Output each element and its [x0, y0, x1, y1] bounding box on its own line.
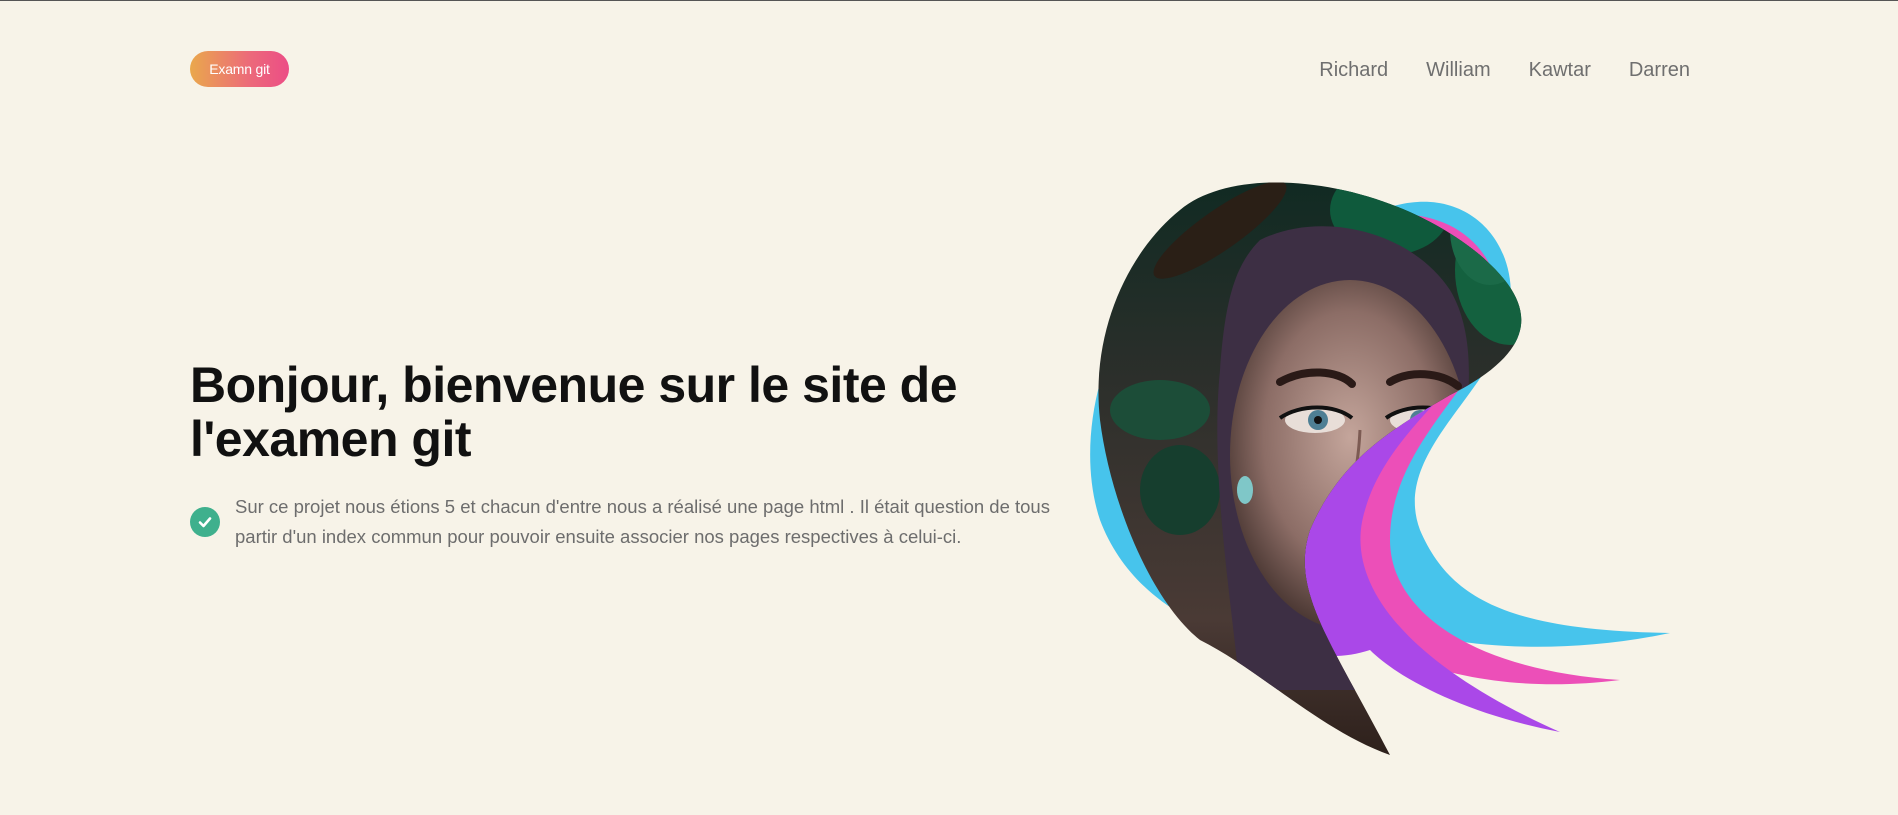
logo-button[interactable]: Examn git	[190, 51, 289, 87]
nav-link-darren[interactable]: Darren	[1629, 57, 1690, 83]
nav-link-william[interactable]: William	[1426, 57, 1490, 83]
hero-title: Bonjour, bienvenue sur le site de l'exam…	[190, 357, 958, 467]
nav-link-richard[interactable]: Richard	[1319, 57, 1388, 83]
nav-link-kawtar[interactable]: Kawtar	[1529, 57, 1591, 83]
portrait-image	[1090, 182, 1670, 755]
feature-item: Sur ce projet nous étions 5 et chacun d'…	[190, 492, 1050, 552]
top-border	[0, 0, 1898, 1]
page: Examn git Richard William Kawtar Darren …	[0, 0, 1898, 815]
feature-text: Sur ce projet nous étions 5 et chacun d'…	[235, 496, 1050, 547]
hero-art	[1090, 170, 1710, 770]
main-nav: Richard William Kawtar Darren	[1319, 57, 1690, 83]
check-icon	[190, 507, 220, 537]
